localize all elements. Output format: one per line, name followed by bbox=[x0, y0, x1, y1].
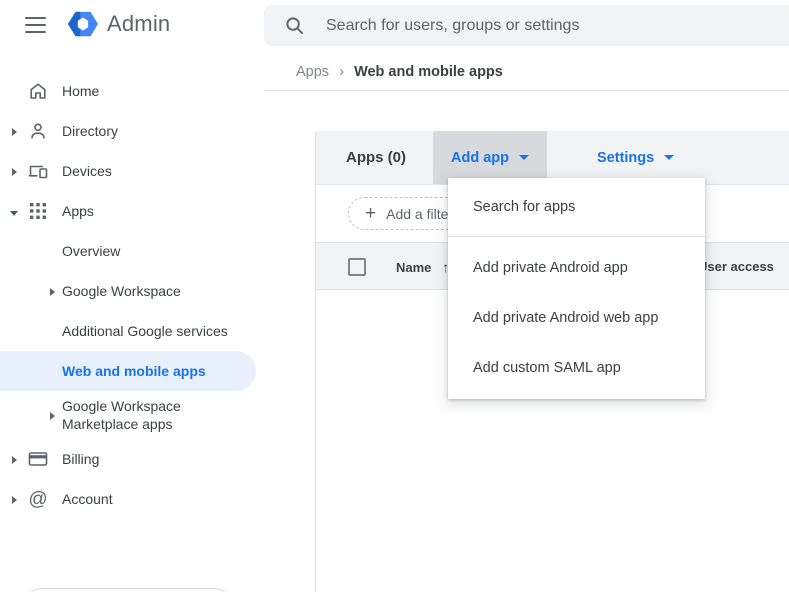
expand-right-icon[interactable] bbox=[8, 451, 20, 467]
brand-logo[interactable]: Admin bbox=[68, 10, 170, 38]
menu-item-add-private-android-web-app[interactable]: Add private Android web app bbox=[448, 293, 705, 343]
sidebar-item-label: Overview bbox=[62, 243, 121, 259]
sidebar-item-label: Additional Google services bbox=[62, 323, 228, 339]
global-search-bar[interactable] bbox=[264, 5, 789, 46]
sidebar-item-account[interactable]: @ Account bbox=[0, 479, 256, 519]
sidebar-item-label: Account bbox=[62, 491, 113, 507]
devices-icon bbox=[27, 160, 49, 182]
column-header-name[interactable]: Name ↑ bbox=[396, 259, 449, 275]
settings-button[interactable]: Settings bbox=[579, 131, 692, 184]
admin-console-window: Admin Home bbox=[0, 0, 789, 592]
sidebar-item-label: Directory bbox=[62, 123, 119, 139]
menu-group: Add private Android app Add private Andr… bbox=[448, 237, 705, 399]
sidebar-item-apps[interactable]: Apps bbox=[0, 191, 256, 231]
sidebar-item-home[interactable]: Home bbox=[0, 71, 256, 111]
top-app-bar: Admin bbox=[0, 0, 789, 52]
menu-hamburger-icon[interactable] bbox=[25, 17, 46, 34]
add-filter-label: Add a filter bbox=[386, 205, 454, 222]
apps-toolbar: Apps (0) Add app Settings bbox=[316, 131, 789, 185]
add-app-label: Add app bbox=[451, 149, 509, 166]
expand-down-icon[interactable] bbox=[8, 203, 20, 219]
sidebar-item-directory[interactable]: Directory bbox=[0, 111, 256, 151]
expand-right-icon[interactable] bbox=[8, 123, 20, 139]
settings-label: Settings bbox=[597, 149, 655, 166]
sidebar-item-devices[interactable]: Devices bbox=[0, 151, 256, 191]
menu-item-add-custom-saml-app[interactable]: Add custom SAML app bbox=[448, 343, 705, 393]
search-input[interactable] bbox=[326, 16, 726, 35]
search-icon bbox=[286, 17, 304, 35]
sidebar-item-additional-google-services[interactable]: Additional Google services bbox=[0, 311, 256, 351]
select-all-checkbox[interactable] bbox=[348, 258, 366, 276]
sidebar-item-marketplace-apps[interactable]: Google Workspace Marketplace apps bbox=[0, 391, 256, 439]
apps-grid-icon bbox=[27, 200, 49, 222]
show-more-button[interactable]: Show more bbox=[25, 588, 231, 592]
sidebar-item-label: Google Workspace Marketplace apps bbox=[62, 398, 181, 432]
admin-logo-icon bbox=[68, 11, 98, 37]
app-title: Admin bbox=[107, 11, 171, 36]
sidebar-item-label: Home bbox=[62, 83, 100, 99]
expand-right-icon[interactable] bbox=[8, 163, 20, 179]
sidebar-item-label: Web and mobile apps bbox=[62, 363, 206, 379]
expand-right-icon[interactable] bbox=[8, 491, 20, 507]
expand-right-icon[interactable] bbox=[46, 283, 58, 299]
plus-icon: + bbox=[365, 203, 377, 224]
expand-right-icon[interactable] bbox=[46, 407, 58, 423]
sidebar-item-overview[interactable]: Overview bbox=[0, 231, 256, 271]
sidebar-navigation: Home Directory Devices Apps Overview Goo… bbox=[0, 52, 256, 592]
credit-card-icon bbox=[27, 448, 49, 470]
column-header-user-access[interactable]: User access bbox=[698, 259, 774, 274]
sidebar-item-label: Google Workspace bbox=[62, 283, 181, 299]
sidebar-item-label: Devices bbox=[62, 163, 112, 179]
add-app-dropdown-menu: Search for apps Add private Android app … bbox=[448, 178, 705, 399]
sidebar-item-label: Billing bbox=[62, 451, 100, 467]
breadcrumb: Apps › Web and mobile apps bbox=[296, 63, 503, 80]
menu-item-search-for-apps[interactable]: Search for apps bbox=[448, 178, 705, 237]
breadcrumb-apps-link[interactable]: Apps bbox=[296, 64, 329, 80]
add-app-button[interactable]: Add app bbox=[433, 131, 547, 184]
breadcrumb-current-page: Web and mobile apps bbox=[354, 63, 503, 80]
at-sign-icon: @ bbox=[28, 488, 48, 510]
header-divider bbox=[264, 90, 789, 91]
chevron-down-icon bbox=[664, 155, 675, 160]
sidebar-item-google-workspace[interactable]: Google Workspace bbox=[0, 271, 256, 311]
chevron-down-icon bbox=[519, 155, 529, 160]
sidebar-item-billing[interactable]: Billing bbox=[0, 439, 256, 479]
breadcrumb-chevron-icon: › bbox=[339, 63, 345, 80]
home-icon bbox=[27, 80, 49, 102]
person-icon bbox=[27, 120, 49, 142]
apps-count-title: Apps (0) bbox=[346, 149, 406, 166]
menu-item-add-private-android-app[interactable]: Add private Android app bbox=[448, 243, 705, 293]
sidebar-item-label: Apps bbox=[62, 203, 94, 219]
sidebar-item-web-and-mobile-apps[interactable]: Web and mobile apps bbox=[0, 351, 256, 391]
